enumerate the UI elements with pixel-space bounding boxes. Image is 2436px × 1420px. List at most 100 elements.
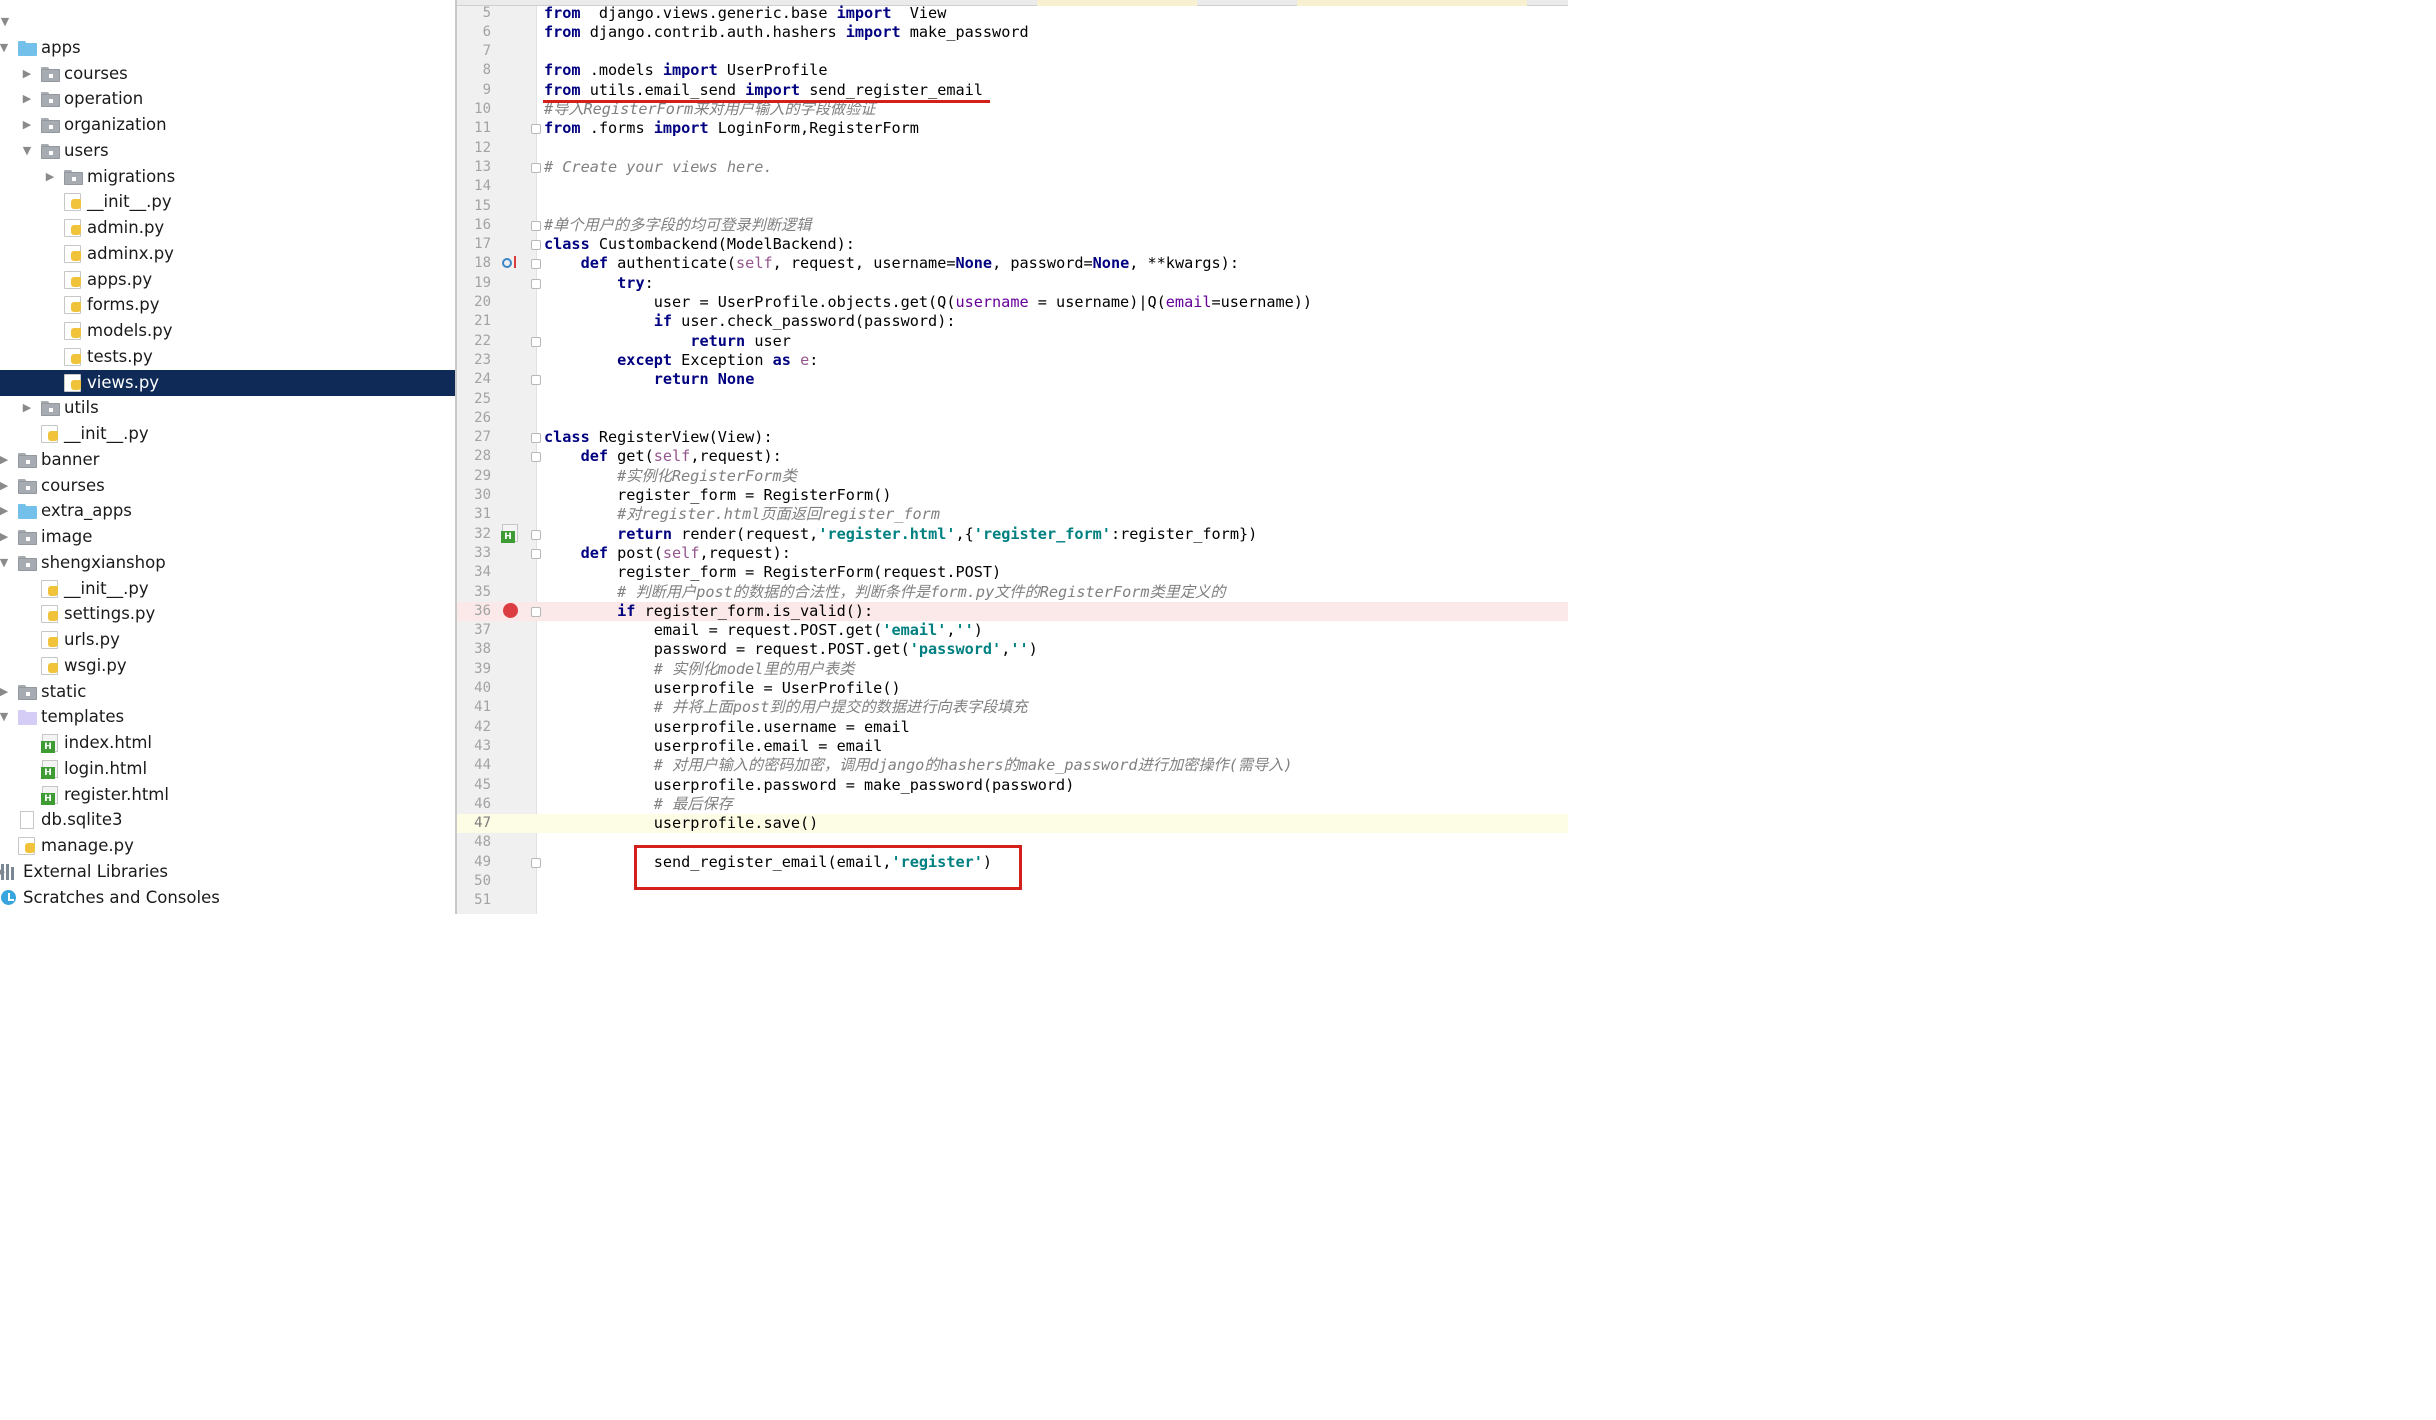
tree-item-manage-py[interactable]: manage.py [0,833,455,859]
line-number[interactable]: 33 [457,544,491,563]
code-line[interactable]: register_form = RegisterForm() [544,486,891,505]
tree-item-init-py[interactable]: __init__.py [0,189,455,215]
line-number[interactable]: 23 [457,351,491,370]
line-number[interactable]: 8 [457,61,491,80]
code-line[interactable]: email = request.POST.get('email','') [544,621,983,640]
fold-marker-icon[interactable] [531,606,541,617]
code-line[interactable]: user = UserProfile.objects.get(Q(usernam… [544,293,1312,312]
line-number[interactable]: 40 [457,679,491,698]
line-number[interactable]: 41 [457,698,491,717]
code-line[interactable]: userprofile.email = email [544,737,883,756]
line-number[interactable]: 5 [457,4,491,23]
tree-item-forms-py[interactable]: forms.py [0,292,455,318]
collapsed-arrow-icon[interactable]: ▶ [20,112,34,138]
line-number[interactable]: 12 [457,139,491,158]
line-number[interactable]: 35 [457,583,491,602]
line-number[interactable]: 32 [457,525,491,544]
tree-item-init-py[interactable]: __init__.py [0,421,455,447]
fold-marker-icon[interactable] [531,220,541,231]
line-number[interactable]: 36 [457,602,491,621]
line-number[interactable]: 44 [457,756,491,775]
code-line[interactable]: # 实例化model里的用户表类 [544,660,855,679]
line-number[interactable]: 11 [457,119,491,138]
code-line[interactable]: # 最后保存 [544,795,733,814]
tree-item-register-html[interactable]: Hregister.html [0,782,455,808]
tree-item-wsgi-py[interactable]: wsgi.py [0,653,455,679]
tree-item-utils[interactable]: ▶ utils [0,395,455,421]
fold-marker-icon[interactable] [531,278,541,289]
tree-item-login-html[interactable]: Hlogin.html [0,756,455,782]
code-line[interactable]: class Custombackend(ModelBackend): [544,235,855,254]
html-template-icon[interactable]: H [501,524,519,544]
code-line[interactable]: from .models import UserProfile [544,61,827,80]
line-number[interactable]: 6 [457,23,491,42]
tree-item-apps[interactable]: ▼ apps [0,35,455,61]
expanded-arrow-icon[interactable]: ▼ [0,35,11,61]
line-number[interactable]: 43 [457,737,491,756]
fold-marker-icon[interactable] [531,452,541,463]
tree-item-index-html[interactable]: Hindex.html [0,730,455,756]
line-number[interactable]: 28 [457,447,491,466]
fold-marker-icon[interactable] [531,548,541,559]
code-line[interactable]: userprofile = UserProfile() [544,679,901,698]
line-number[interactable]: 49 [457,853,491,872]
expanded-arrow-icon[interactable]: ▼ [0,550,11,576]
line-number[interactable]: 14 [457,177,491,196]
collapsed-arrow-icon[interactable]: ▶ [20,395,34,421]
expanded-arrow-icon[interactable]: ▼ [0,9,12,35]
code-line[interactable]: userprofile.password = make_password(pas… [544,776,1075,795]
expanded-arrow-icon[interactable]: ▼ [0,704,11,730]
line-number[interactable]: 45 [457,776,491,795]
code-line[interactable]: except Exception as e: [544,351,818,370]
project-root[interactable]: ▼ [0,9,455,35]
line-number[interactable]: 34 [457,563,491,582]
line-number[interactable]: 38 [457,640,491,659]
collapsed-arrow-icon[interactable]: ▶ [43,164,57,190]
code-line[interactable]: password = request.POST.get('password','… [544,640,1038,659]
tree-item-tests-py[interactable]: tests.py [0,344,455,370]
line-number[interactable]: 21 [457,312,491,331]
code-line[interactable]: return user [544,332,791,351]
tree-item-migrations[interactable]: ▶ migrations [0,164,455,190]
breakpoint-icon[interactable] [503,603,518,618]
collapsed-arrow-icon[interactable]: ▶ [20,86,34,112]
override-method-icon[interactable] [502,255,519,271]
tree-item-db-sqlite3[interactable]: db.sqlite3 [0,807,455,833]
line-number[interactable]: 13 [457,158,491,177]
editor-tab[interactable] [1297,0,1527,6]
tree-item-urls-py[interactable]: urls.py [0,627,455,653]
line-number[interactable]: 30 [457,486,491,505]
code-line[interactable]: userprofile.save() [544,814,819,833]
line-number[interactable]: 37 [457,621,491,640]
code-line[interactable]: try: [544,274,654,293]
code-line[interactable]: userprofile.username = email [544,718,910,737]
fold-marker-icon[interactable] [531,240,541,251]
collapsed-arrow-icon[interactable]: ▶ [0,498,11,524]
tree-item-settings-py[interactable]: settings.py [0,601,455,627]
fold-marker-icon[interactable] [531,162,541,173]
expanded-arrow-icon[interactable]: ▼ [20,138,34,164]
code-line[interactable]: from django.views.generic.base import Vi… [544,4,946,23]
tree-item-extra-apps[interactable]: ▶ extra_apps [0,498,455,524]
line-number[interactable]: 18 [457,254,491,273]
fold-marker-icon[interactable] [531,336,541,347]
code-line[interactable]: register_form = RegisterForm(request.POS… [544,563,1001,582]
line-number[interactable]: 26 [457,409,491,428]
code-line[interactable]: # 判断用户post的数据的合法性，判断条件是form.py文件的Registe… [544,583,1225,602]
collapsed-arrow-icon[interactable]: ▶ [0,473,11,499]
fold-marker-icon[interactable] [531,433,541,444]
tree-item-scratches-and-consoles[interactable]: Scratches and Consoles [0,885,455,911]
line-number[interactable]: 46 [457,795,491,814]
tree-item-init-py[interactable]: __init__.py [0,576,455,602]
code-line[interactable]: def post(self,request): [544,544,791,563]
tree-item-shengxianshop[interactable]: ▼ shengxianshop [0,550,455,576]
tree-item-external-libraries[interactable]: ▶External Libraries [0,859,455,885]
line-number[interactable]: 22 [457,332,491,351]
tree-item-templates[interactable]: ▼ templates [0,704,455,730]
code-line[interactable]: # 对用户输入的密码加密，调用django的hashers的make_passw… [544,756,1293,775]
collapsed-arrow-icon[interactable]: ▶ [0,447,11,473]
tree-item-courses[interactable]: ▶ courses [0,61,455,87]
line-number[interactable]: 20 [457,293,491,312]
tree-item-models-py[interactable]: models.py [0,318,455,344]
code-line[interactable]: from django.contrib.auth.hashers import … [544,23,1029,42]
